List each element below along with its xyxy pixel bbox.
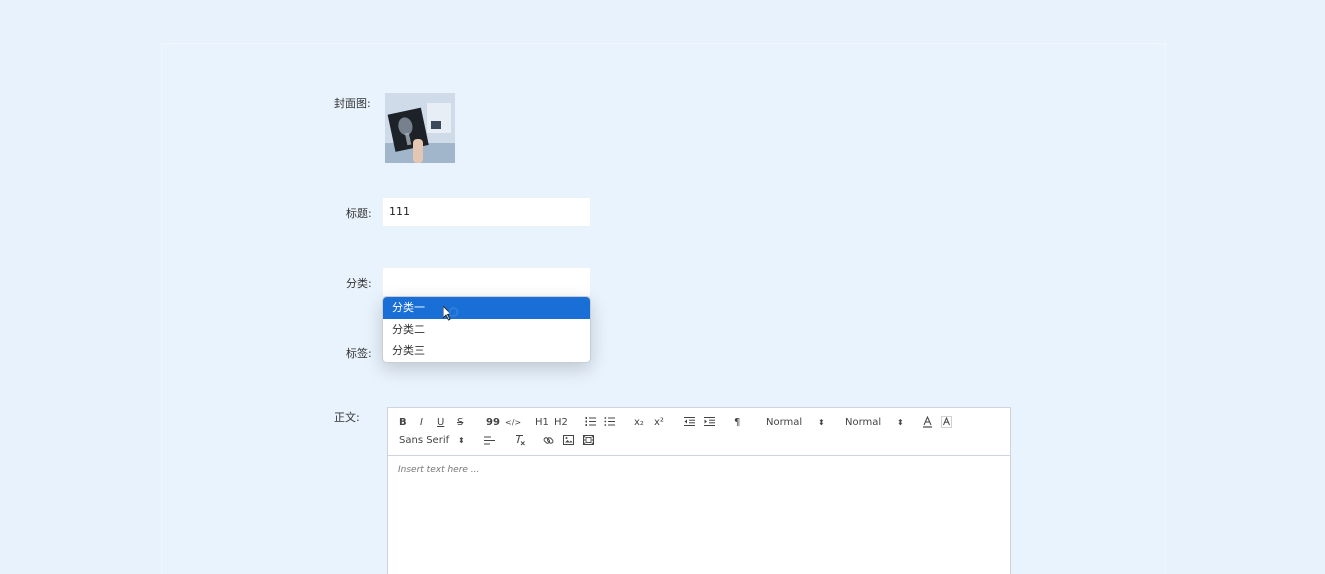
indent-icon[interactable] [704,416,715,431]
outdent-icon[interactable] [684,416,695,431]
category-select[interactable] [382,267,591,297]
category-dropdown: 分类一 分类二 分类三 [382,296,591,363]
bullet-list-icon[interactable] [604,416,615,431]
dropdown-option[interactable]: 分类二 [383,318,590,340]
bold-button[interactable]: B [399,417,407,429]
h2-button[interactable]: H2 [554,417,568,429]
select-arrows-icon: ⬍ [897,418,904,427]
tags-label: 标签: [346,347,372,360]
font-select-value: Sans Serif [399,435,450,446]
code-block-button[interactable]: </> [505,417,521,429]
busy-cursor-icon [442,304,465,329]
blockquote-button[interactable]: 99 [486,417,500,429]
category-label: 分类: [346,277,372,290]
rich-text-editor[interactable]: B I U S 99 </> H1 H2 x₂ x² ¶ Normal ⬍ No… [387,407,1011,574]
title-label: 标题: [346,207,372,220]
body-label: 正文: [334,411,360,424]
text-direction-button[interactable]: ¶ [734,417,740,429]
align-left-icon[interactable] [484,435,495,450]
select-arrows-icon: ⬍ [818,418,825,427]
background-color-icon[interactable] [941,416,952,432]
cover-label: 封面图: [334,97,371,110]
video-icon[interactable] [583,435,594,449]
font-select[interactable]: Sans Serif ⬍ [399,435,469,447]
editor-toolbar: B I U S 99 </> H1 H2 x₂ x² ¶ Normal ⬍ No… [388,408,1010,456]
size-select[interactable]: Normal ⬍ [766,417,826,429]
title-input[interactable]: 111 [382,197,591,227]
select-arrows-icon: ⬍ [458,436,465,445]
dropdown-option[interactable]: 分类一 [383,297,590,319]
editor-placeholder: Insert text here ... [398,465,480,475]
superscript-button[interactable]: x² [654,417,664,429]
strike-button[interactable]: S [457,417,463,429]
ordered-list-icon[interactable] [585,416,596,431]
header-select[interactable]: Normal ⬍ [845,417,905,429]
header-select-value: Normal [845,417,882,428]
italic-button[interactable]: I [420,417,423,429]
link-icon[interactable] [543,435,554,450]
font-color-icon[interactable] [922,415,933,432]
clear-format-icon[interactable] [514,434,526,450]
underline-button[interactable]: U [437,417,444,429]
h1-button[interactable]: H1 [535,417,549,429]
dropdown-option[interactable]: 分类三 [383,340,590,362]
cover-image[interactable] [385,93,455,163]
subscript-button[interactable]: x₂ [634,417,644,429]
cover-image-art [385,93,455,163]
size-select-value: Normal [766,417,803,428]
image-icon[interactable] [563,435,574,449]
